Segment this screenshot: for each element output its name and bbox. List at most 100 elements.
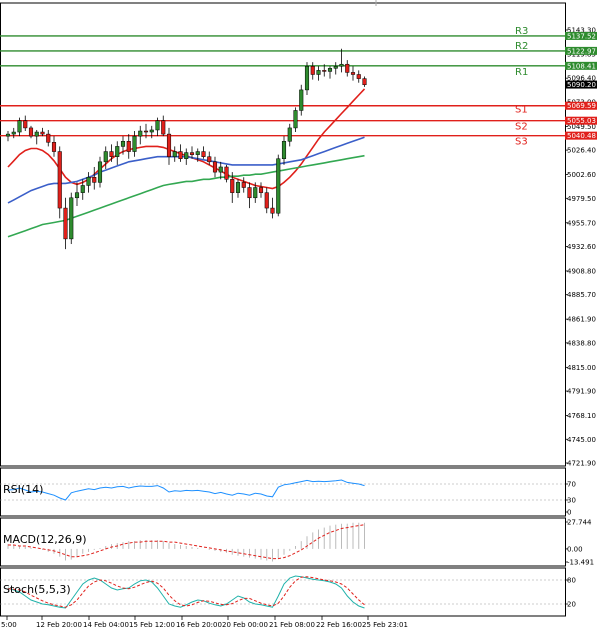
level-tag-s1: 5069.59 <box>565 101 597 110</box>
level-name-r3: R3 <box>515 26 528 37</box>
candle-body <box>333 66 338 69</box>
candle <box>276 154 281 217</box>
indicator-tick-label: 20 <box>567 601 576 609</box>
candle <box>264 187 269 214</box>
candle <box>356 70 361 83</box>
candle <box>28 125 34 139</box>
candle-body <box>23 120 28 129</box>
candle-body <box>212 161 218 173</box>
candle-body <box>115 146 120 157</box>
candle-body <box>310 66 315 75</box>
indicator-tick-label: 30 <box>567 497 576 505</box>
candle <box>241 177 246 193</box>
price-tick-label: 5002.60 <box>567 171 596 179</box>
candle-body <box>264 192 269 209</box>
candle <box>212 156 218 178</box>
candle-body <box>345 63 350 73</box>
candle-body <box>207 156 212 163</box>
candle-body <box>69 197 74 240</box>
level-value-label: 5055.03 <box>567 117 596 125</box>
x-tick-label: 5:00 <box>1 621 17 629</box>
candle-body <box>270 207 275 214</box>
candle <box>178 144 183 162</box>
candle-body <box>51 142 57 152</box>
level-value-label: 5108.41 <box>567 62 596 70</box>
candle-body <box>201 151 206 157</box>
candle-body <box>63 207 68 240</box>
candle <box>235 179 241 198</box>
candle-body <box>299 89 304 111</box>
price-tick-label: 4815.00 <box>567 364 596 372</box>
x-tick-label: 16 Feb 20:00 <box>176 621 222 629</box>
x-tick-label: 21 Feb 08:00 <box>269 621 315 629</box>
candle-body <box>46 133 51 143</box>
candle <box>281 136 287 165</box>
candle-body <box>230 179 235 193</box>
candle-body <box>172 151 177 157</box>
candle-body <box>293 110 298 129</box>
level-tag-s2: 5055.03 <box>565 116 597 125</box>
candle <box>40 127 45 137</box>
current-price-label: 5090.20 <box>567 81 596 89</box>
candle <box>184 148 189 165</box>
candle <box>86 172 91 193</box>
candle <box>201 146 206 159</box>
candle <box>11 127 16 139</box>
level-name-s3: S3 <box>515 137 528 148</box>
level-value-label: 5137.52 <box>567 32 596 40</box>
candle <box>126 134 131 159</box>
candle-body <box>34 131 39 137</box>
candle <box>172 146 177 162</box>
price-tick-label: 4768.10 <box>567 412 596 420</box>
indicator-pane-frame <box>0 567 566 617</box>
candle-body <box>247 187 252 199</box>
rsi-line <box>7 479 365 501</box>
candle-body <box>28 127 34 137</box>
price-tick-label: 4885.70 <box>567 291 596 299</box>
candle-body <box>258 187 264 193</box>
candle <box>92 166 97 190</box>
candle-body <box>97 161 103 183</box>
candle-body <box>17 120 22 133</box>
candle <box>115 141 120 165</box>
candle <box>310 62 315 80</box>
indicator-name-label: MACD(12,26,9) <box>3 533 87 546</box>
candle <box>69 192 74 245</box>
candle-body <box>276 158 281 214</box>
level-value-label: 5122.97 <box>567 47 596 55</box>
indicator-tick-label: 27.744 <box>567 519 592 527</box>
candle <box>57 146 62 219</box>
trading-chart[interactable]: 5143.305119.855096.405073.005049.505026.… <box>0 0 600 633</box>
candle <box>224 164 229 183</box>
candle-body <box>241 182 246 188</box>
candle-body <box>304 66 310 91</box>
candle <box>63 197 68 250</box>
indicator-tick-label: -13.491 <box>567 559 594 567</box>
candle <box>166 127 172 165</box>
price-tick-label: 4721.90 <box>567 460 596 468</box>
level-name-r2: R2 <box>515 41 528 52</box>
candle-body <box>327 68 333 72</box>
price-tick-label: 4838.80 <box>567 339 596 347</box>
indicator-tick-label: 0 <box>567 509 571 517</box>
candle <box>316 66 321 81</box>
candle-body <box>184 152 189 159</box>
candle <box>97 156 103 188</box>
x-tick-label: 15 Feb 12:00 <box>129 621 175 629</box>
level-tag-r1: 5108.41 <box>565 61 597 70</box>
x-tick-label: 25 Feb 23:01 <box>362 621 408 629</box>
candle-body <box>5 133 11 137</box>
indicator-name-label: Stoch(5,5,3) <box>3 583 71 596</box>
candle <box>304 62 310 96</box>
candle <box>23 115 28 132</box>
level-name-r1: R1 <box>515 67 528 78</box>
candle <box>34 129 39 145</box>
candle-body <box>189 152 195 155</box>
candle-body <box>281 141 287 159</box>
level-value-label: 5069.59 <box>567 102 596 110</box>
candle <box>51 136 57 157</box>
candle-body <box>339 63 344 67</box>
indicator-pane-frame <box>0 467 566 517</box>
candle-body <box>103 151 108 163</box>
candle <box>46 129 51 147</box>
